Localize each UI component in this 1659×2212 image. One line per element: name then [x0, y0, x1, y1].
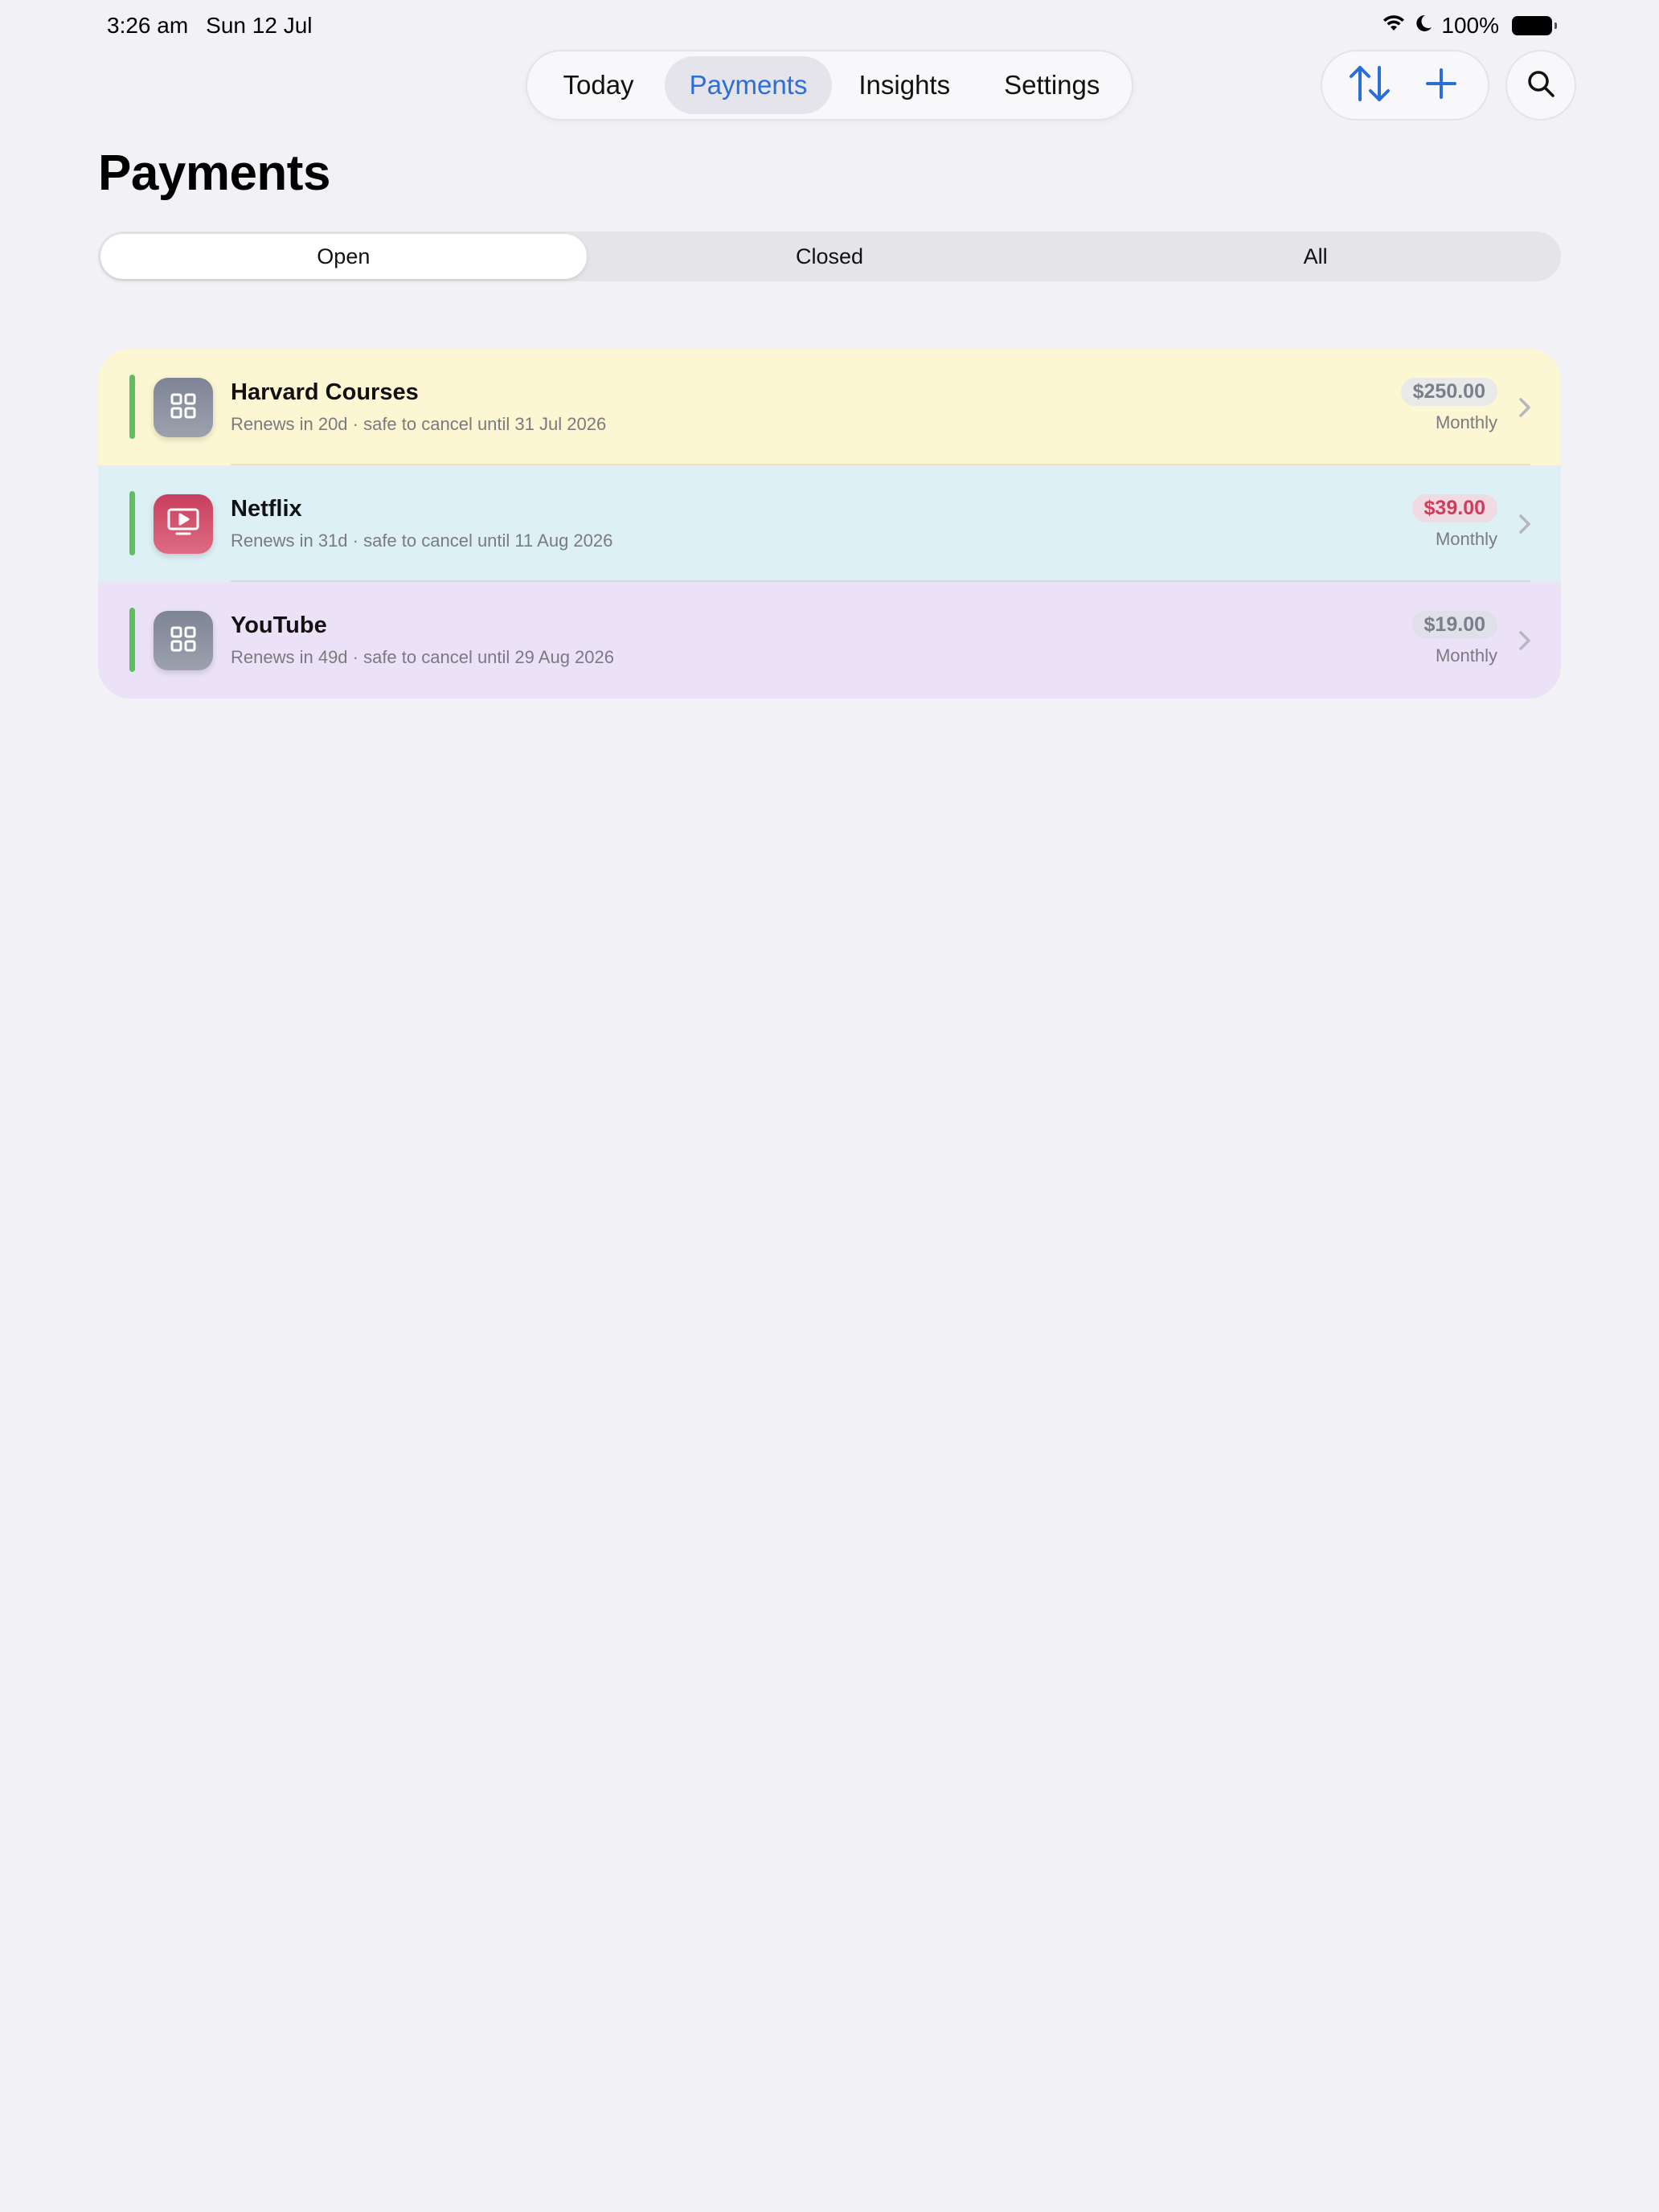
payment-subtitle: Renews in 20d · safe to cancel until 31 … — [231, 414, 607, 434]
wifi-icon — [1382, 13, 1406, 39]
tab-payments[interactable]: Payments — [665, 56, 832, 114]
payment-name: Netflix — [231, 496, 302, 522]
payment-row-netflix[interactable]: Netflix Renews in 31d · safe to cancel u… — [98, 465, 1561, 582]
payment-amount-badge: $19.00 — [1411, 611, 1497, 639]
action-group — [1321, 50, 1489, 121]
payment-period: Monthly — [1435, 645, 1497, 666]
payment-amount-badge: $39.00 — [1411, 494, 1497, 522]
status-indicator-bar — [129, 491, 135, 555]
moon-icon — [1414, 13, 1433, 39]
payment-text: Harvard Courses Renews in 20d · safe to … — [231, 379, 606, 435]
payment-amount-badge: $250.00 — [1400, 378, 1497, 406]
status-bar: 3:26 am Sun 12 Jul 100% — [107, 11, 1557, 40]
tv-play-icon — [166, 507, 200, 542]
segment-all[interactable]: All — [1072, 234, 1559, 279]
app-icon — [154, 611, 213, 670]
payment-subtitle: Renews in 49d · safe to cancel until 29 … — [231, 647, 614, 667]
segment-closed[interactable]: Closed — [587, 234, 1073, 279]
sort-button[interactable] — [1341, 56, 1399, 114]
search-button[interactable] — [1505, 50, 1576, 121]
status-right: 100% — [1382, 13, 1557, 39]
payment-text: Netflix Renews in 31d · safe to cancel u… — [231, 496, 612, 551]
tab-insights[interactable]: Insights — [832, 56, 977, 114]
search-icon — [1526, 68, 1556, 103]
payment-name: YouTube — [231, 612, 327, 638]
payment-row-harvard-courses[interactable]: Harvard Courses Renews in 20d · safe to … — [98, 349, 1561, 465]
plus-icon — [1425, 68, 1457, 104]
payment-text: YouTube Renews in 49d · safe to cancel u… — [231, 612, 614, 668]
chevron-right-icon — [1515, 512, 1534, 536]
status-filter-segmented-control: Open Closed All — [98, 231, 1561, 281]
segment-open[interactable]: Open — [100, 234, 587, 279]
status-time: 3:26 am — [107, 13, 189, 38]
payment-amount-block: $250.00 Monthly — [1400, 378, 1497, 433]
payments-list: Harvard Courses Renews in 20d · safe to … — [98, 349, 1561, 698]
page-title: Payments — [98, 145, 330, 201]
status-left: 3:26 am Sun 12 Jul — [107, 13, 313, 39]
status-indicator-bar — [129, 375, 135, 439]
sort-icon — [1347, 63, 1392, 109]
grid-icon — [169, 625, 198, 657]
payment-period: Monthly — [1435, 529, 1497, 549]
payment-amount-block: $19.00 Monthly — [1411, 611, 1497, 666]
app-icon — [154, 494, 213, 554]
add-payment-button[interactable] — [1412, 56, 1470, 114]
payment-name: Harvard Courses — [231, 379, 419, 405]
app-root: 3:26 am Sun 12 Jul 100% Today Payments I… — [0, 0, 1659, 2212]
grid-icon — [169, 391, 198, 424]
payment-row-youtube[interactable]: YouTube Renews in 49d · safe to cancel u… — [98, 582, 1561, 698]
app-icon — [154, 378, 213, 437]
chevron-right-icon — [1515, 395, 1534, 420]
chevron-right-icon — [1515, 629, 1534, 653]
top-tab-bar: Today Payments Insights Settings — [526, 50, 1133, 121]
status-date: Sun 12 Jul — [206, 13, 313, 38]
tab-settings[interactable]: Settings — [977, 56, 1127, 114]
payment-amount-block: $39.00 Monthly — [1411, 494, 1497, 550]
payment-period: Monthly — [1435, 412, 1497, 432]
battery-percent: 100% — [1441, 13, 1499, 38]
payment-subtitle: Renews in 31d · safe to cancel until 11 … — [231, 530, 613, 551]
status-indicator-bar — [129, 608, 135, 672]
battery-icon — [1512, 16, 1557, 35]
tab-today[interactable]: Today — [532, 56, 665, 114]
